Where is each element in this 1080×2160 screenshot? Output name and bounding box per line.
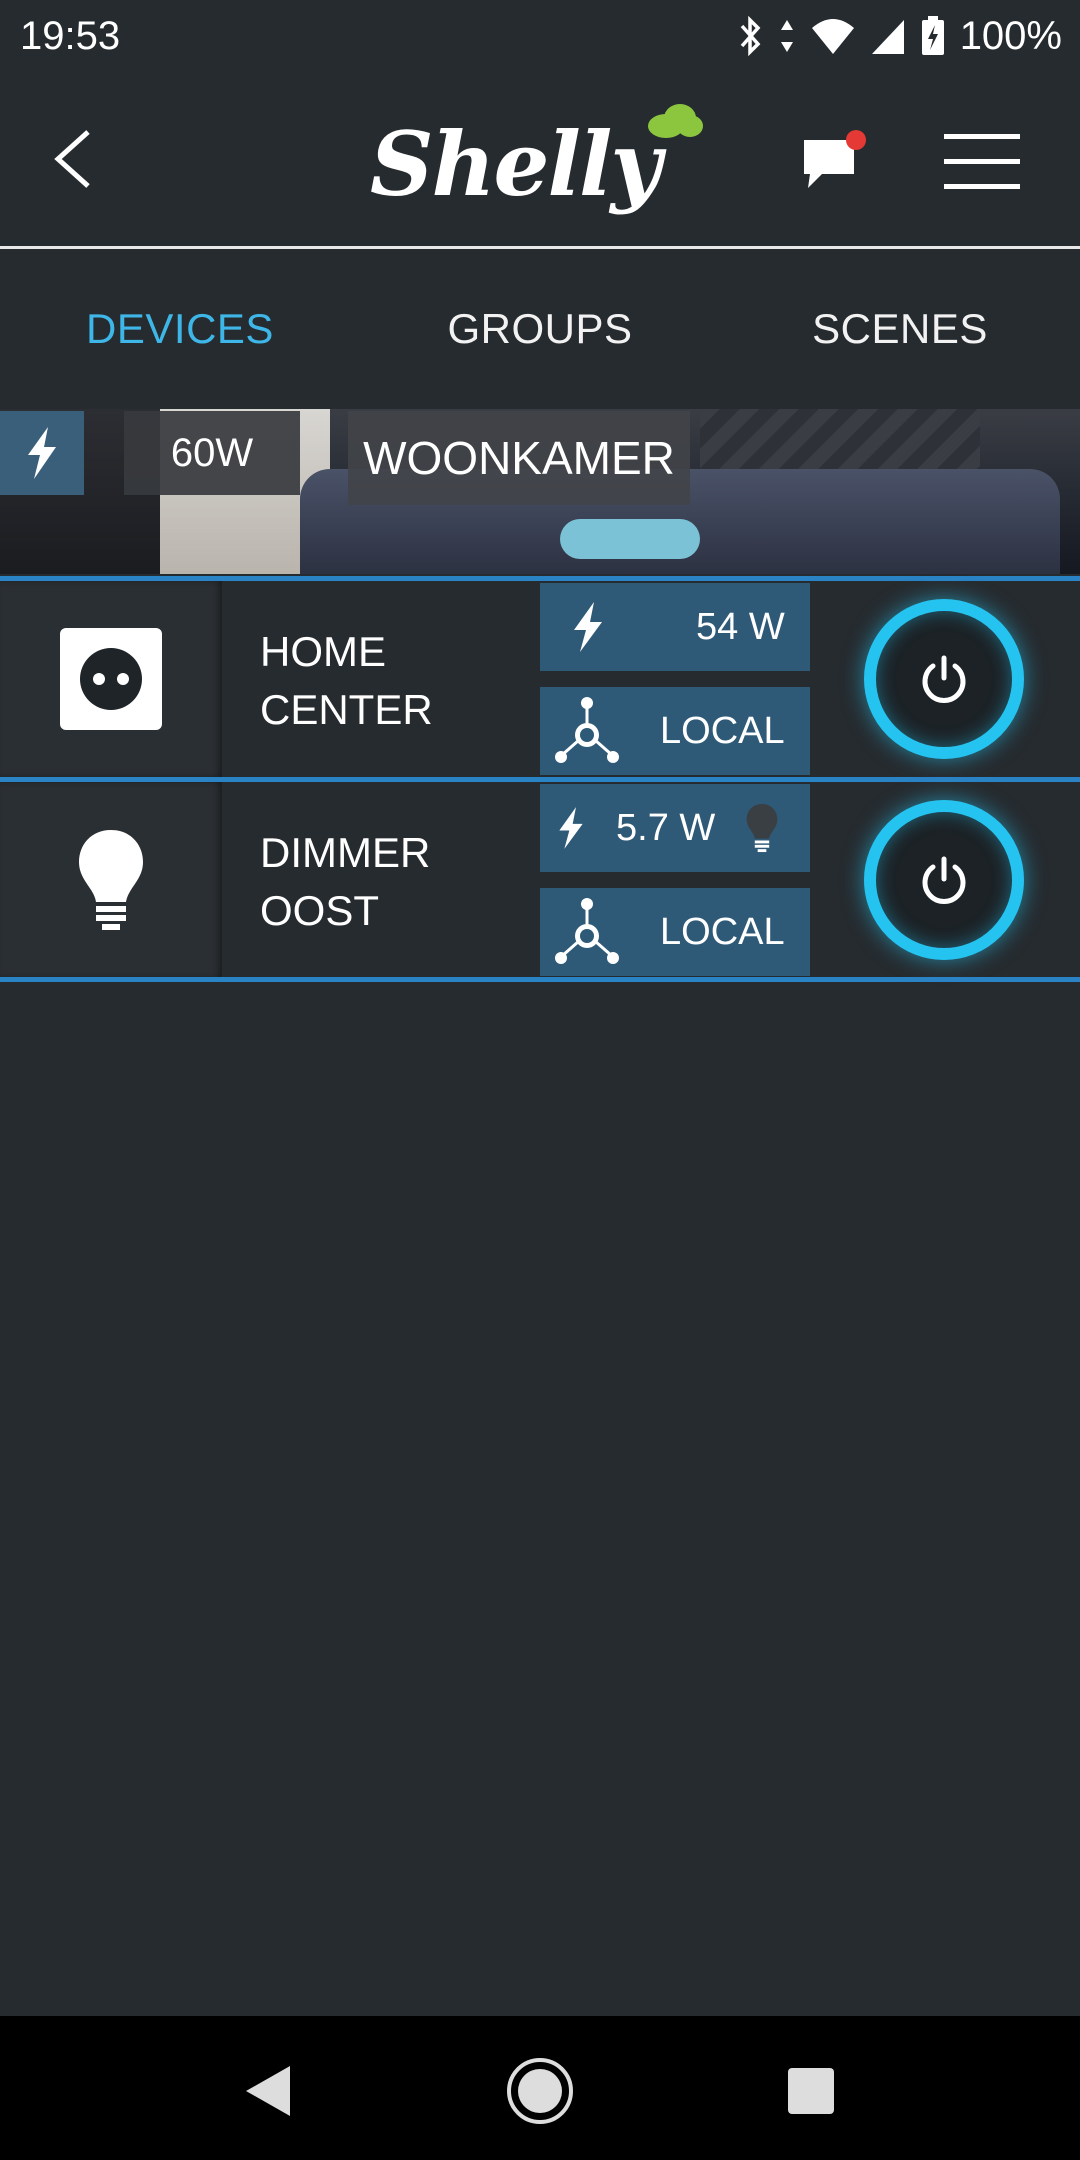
tab-groups[interactable]: GROUPS [360, 249, 720, 409]
tab-devices[interactable]: DEVICES [0, 249, 360, 409]
device-connection-label: LOCAL [660, 709, 785, 752]
room-name: WOONKAMER [348, 411, 690, 505]
bluetooth-icon [740, 16, 761, 56]
device-power-value: 54 W [696, 605, 785, 648]
nav-back-icon[interactable] [232, 2056, 302, 2126]
status-bar: 19:53 100% [0, 0, 1080, 72]
device-connection-box: LOCAL [540, 687, 810, 775]
room-power-icon-box [0, 411, 84, 495]
room-photo-pillow [560, 519, 700, 559]
device-power-toggle[interactable] [864, 599, 1024, 759]
device-name-line1: DIMMER [260, 829, 431, 876]
device-power-box: 5.7 W [540, 784, 810, 872]
tab-scenes[interactable]: SCENES [720, 249, 1080, 409]
shelly-logo: Shelly [370, 102, 710, 222]
power-icon [922, 856, 966, 904]
status-time: 19:53 [20, 14, 121, 58]
back-chevron-icon[interactable] [40, 124, 110, 194]
lightning-icon [28, 427, 56, 479]
nav-recents-icon[interactable] [776, 2056, 846, 2126]
list-divider [0, 977, 1080, 982]
battery-percent: 100% [959, 13, 1062, 58]
dim-bulb-icon [746, 803, 778, 853]
tab-bar: DEVICES GROUPS SCENES [0, 249, 1080, 409]
device-name-line2: CENTER [260, 686, 433, 733]
device-row[interactable]: DIMMER OOST 5.7 W LOCAL [0, 777, 1080, 978]
lightning-icon [574, 602, 602, 652]
app-bar: Shelly [0, 72, 1080, 249]
device-name-line2: OOST [260, 887, 380, 934]
lightning-icon [559, 807, 583, 849]
hamburger-menu-icon[interactable] [944, 132, 1020, 192]
local-network-icon [555, 697, 619, 763]
device-name: HOME CENTER [260, 623, 520, 739]
data-arrows-icon [780, 20, 793, 52]
plug-socket-icon [60, 628, 162, 730]
power-icon [922, 655, 966, 703]
chat-notification-icon[interactable] [796, 126, 866, 196]
local-network-icon [555, 898, 619, 964]
device-name-line1: HOME [260, 628, 386, 675]
device-row[interactable]: HOME CENTER 54 W LOCAL [0, 576, 1080, 777]
device-power-value: 5.7 W [616, 806, 716, 849]
system-nav-bar [0, 2016, 1080, 2160]
device-name: DIMMER OOST [260, 824, 520, 940]
nav-home-icon[interactable] [505, 2056, 575, 2126]
cloud-icon [648, 104, 703, 138]
device-power-box: 54 W [540, 583, 810, 671]
device-power-toggle[interactable] [864, 800, 1024, 960]
battery-charging-icon [921, 16, 944, 55]
room-power-value: 60W [124, 411, 300, 495]
device-connection-box: LOCAL [540, 888, 810, 976]
logo-text: Shelly [370, 112, 662, 216]
signal-icon [871, 20, 904, 54]
device-icon-cell [0, 782, 222, 978]
device-icon-cell [0, 581, 222, 777]
wifi-icon [811, 19, 854, 54]
light-bulb-icon [79, 830, 143, 930]
status-icons: 100% [738, 12, 1062, 60]
room-banner[interactable]: 60W WOONKAMER [0, 409, 1080, 574]
device-connection-label: LOCAL [660, 910, 785, 953]
